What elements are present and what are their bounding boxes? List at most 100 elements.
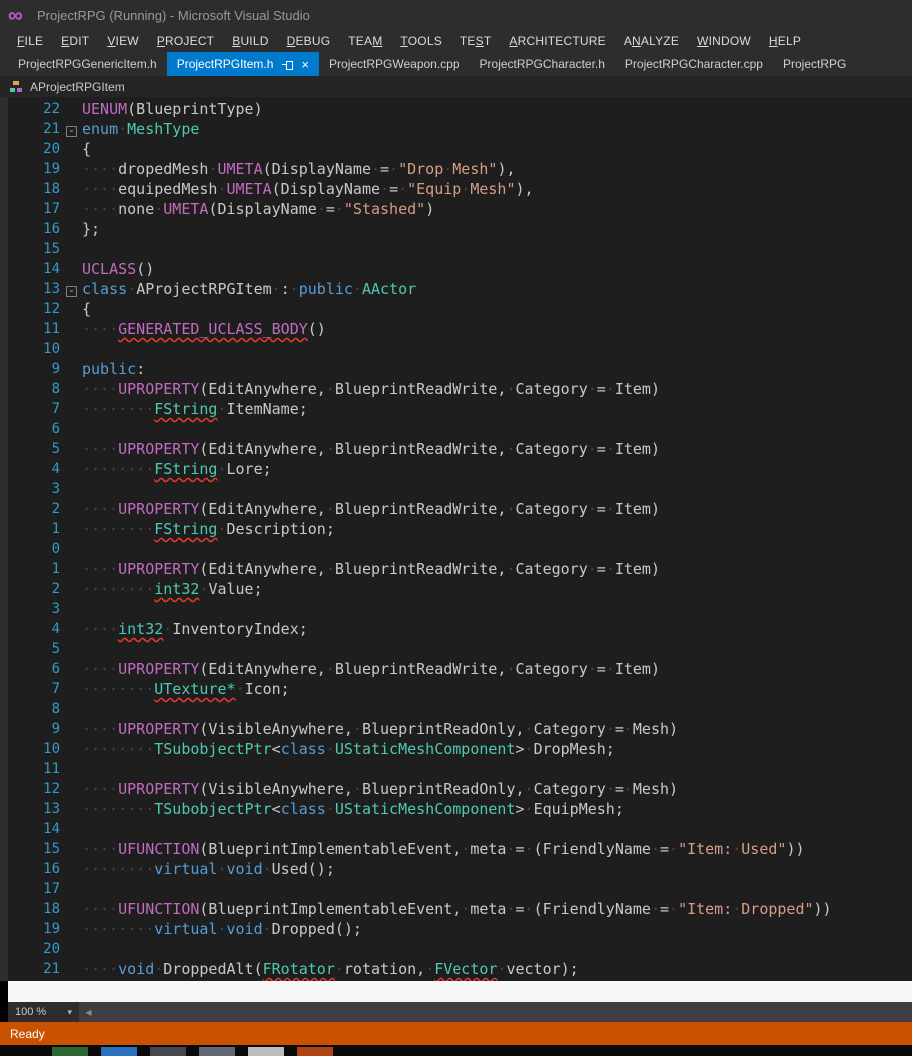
code-line[interactable]: 20 [8, 939, 912, 959]
code-line[interactable]: 6····UPROPERTY(EditAnywhere,·BlueprintRe… [8, 659, 912, 679]
code-line[interactable]: 2········int32·Value; [8, 579, 912, 599]
taskbar-icon[interactable] [150, 1047, 186, 1056]
menu-item-file[interactable]: FILE [8, 34, 52, 48]
code-line[interactable]: 1····UPROPERTY(EditAnywhere,·BlueprintRe… [8, 559, 912, 579]
code-text: class·AProjectRPGItem·:·public·AActor [82, 279, 416, 299]
scroll-left-arrow-icon[interactable]: ◀ [80, 1008, 97, 1017]
code-token: (DisplayName [208, 200, 316, 218]
tab-projectrpgcharacter.h[interactable]: ProjectRPGCharacter.h [470, 52, 615, 76]
code-text: UENUM(BlueprintType) [82, 99, 263, 119]
scrollbar-track[interactable] [97, 1002, 912, 1022]
code-token: · [506, 560, 515, 578]
fold-margin [60, 839, 82, 859]
taskbar-icon[interactable] [52, 1047, 88, 1056]
fold-collapse-icon[interactable]: - [60, 279, 82, 299]
code-line[interactable]: 20{ [8, 139, 912, 159]
menu-item-window[interactable]: WINDOW [688, 34, 760, 48]
fold-collapse-icon[interactable]: - [60, 119, 82, 139]
code-token: ) [425, 200, 434, 218]
code-line[interactable]: 13-class·AProjectRPGItem·:·public·AActor [8, 279, 912, 299]
menu-item-analyze[interactable]: ANALYZE [615, 34, 688, 48]
code-line[interactable]: 14 [8, 819, 912, 839]
code-line[interactable]: 6 [8, 419, 912, 439]
code-line[interactable]: 7········FString·ItemName; [8, 399, 912, 419]
code-line[interactable]: 1········FString·Description; [8, 519, 912, 539]
code-editor[interactable]: 22UENUM(BlueprintType)21-enum·MeshType20… [8, 97, 912, 981]
code-token: = [516, 900, 525, 918]
tab-projectrpgcharacter.cpp[interactable]: ProjectRPGCharacter.cpp [615, 52, 773, 76]
taskbar-icon[interactable] [199, 1047, 235, 1056]
code-line[interactable]: 19····dropedMesh·UMETA(DisplayName·=·"Dr… [8, 159, 912, 179]
menu-item-project[interactable]: PROJECT [148, 34, 223, 48]
tab-projectrpgweapon.cpp[interactable]: ProjectRPGWeapon.cpp [319, 52, 470, 76]
menu-item-team[interactable]: TEAM [339, 34, 391, 48]
menu-item-architecture[interactable]: ARCHITECTURE [500, 34, 614, 48]
menu-item-help[interactable]: HELP [760, 34, 810, 48]
close-icon[interactable]: × [301, 58, 309, 71]
code-token: ), [497, 160, 515, 178]
code-token: · [588, 660, 597, 678]
code-line[interactable]: 11 [8, 759, 912, 779]
code-line[interactable]: 10········TSubobjectPtr<class·UStaticMes… [8, 739, 912, 759]
taskbar-icon[interactable] [101, 1047, 137, 1056]
code-line[interactable]: 21····void·DroppedAlt(FRotator·rotation,… [8, 959, 912, 979]
tab-projectrpg[interactable]: ProjectRPG [773, 52, 856, 76]
code-line[interactable]: 9····UPROPERTY(VisibleAnywhere,·Blueprin… [8, 719, 912, 739]
pin-icon[interactable] [282, 59, 294, 70]
code-line[interactable]: 13········TSubobjectPtr<class·UStaticMes… [8, 799, 912, 819]
code-token: Dropped" [741, 900, 813, 918]
menu-item-edit[interactable]: EDIT [52, 34, 98, 48]
code-token: "Item: [678, 900, 732, 918]
menu-item-debug[interactable]: DEBUG [278, 34, 340, 48]
horizontal-scrollbar[interactable]: ◀ [80, 1002, 912, 1022]
code-line[interactable]: 8 [8, 699, 912, 719]
code-line[interactable]: 5····UPROPERTY(EditAnywhere,·BlueprintRe… [8, 439, 912, 459]
code-line[interactable]: 12{ [8, 299, 912, 319]
code-line[interactable]: 10 [8, 339, 912, 359]
code-token: BlueprintReadOnly, [362, 780, 525, 798]
zoom-control[interactable]: 100 % ▾ [8, 1002, 80, 1022]
code-line[interactable]: 5 [8, 639, 912, 659]
code-line[interactable]: 19········virtual·void·Dropped(); [8, 919, 912, 939]
taskbar-icon[interactable] [248, 1047, 284, 1056]
code-text: ····UPROPERTY(EditAnywhere,·BlueprintRea… [82, 439, 660, 459]
code-line[interactable]: 9public: [8, 359, 912, 379]
menu-item-view[interactable]: VIEW [98, 34, 147, 48]
code-line[interactable]: 18····equipedMesh·UMETA(DisplayName·=·"E… [8, 179, 912, 199]
menu-item-build[interactable]: BUILD [223, 34, 277, 48]
fold-margin [60, 619, 82, 639]
tab-projectrpggenericitem.h[interactable]: ProjectRPGGenericItem.h [8, 52, 167, 76]
code-token: Used(); [272, 860, 335, 878]
code-line[interactable]: 17 [8, 879, 912, 899]
menu-item-tools[interactable]: TOOLS [391, 34, 450, 48]
tab-projectrpgitem.h[interactable]: ProjectRPGItem.h× [167, 52, 319, 76]
menu-item-test[interactable]: TEST [451, 34, 500, 48]
scope-dropdown-label[interactable]: AProjectRPGItem [30, 80, 125, 94]
code-line[interactable]: 14UCLASS() [8, 259, 912, 279]
code-line[interactable]: 22UENUM(BlueprintType) [8, 99, 912, 119]
code-line[interactable]: 4········FString·Lore; [8, 459, 912, 479]
breadcrumb[interactable]: AProjectRPGItem [0, 76, 912, 97]
code-line[interactable]: 15 [8, 239, 912, 259]
code-line[interactable]: 4····int32·InventoryIndex; [8, 619, 912, 639]
code-line[interactable]: 18····UFUNCTION(BlueprintImplementableEv… [8, 899, 912, 919]
taskbar-icon[interactable] [297, 1047, 333, 1056]
code-line[interactable]: 11····GENERATED_UCLASS_BODY() [8, 319, 912, 339]
code-line[interactable]: 3 [8, 599, 912, 619]
code-line[interactable]: 0 [8, 539, 912, 559]
code-line[interactable]: 16}; [8, 219, 912, 239]
code-line[interactable]: 3 [8, 479, 912, 499]
code-line[interactable]: 7········UTexture*·Icon; [8, 679, 912, 699]
line-number: 2 [8, 579, 60, 599]
code-line[interactable]: 15····UFUNCTION(BlueprintImplementableEv… [8, 839, 912, 859]
code-token: · [506, 440, 515, 458]
code-line[interactable]: 17····none·UMETA(DisplayName·=·"Stashed"… [8, 199, 912, 219]
line-number: 21 [8, 959, 60, 979]
code-line[interactable]: 16········virtual·void·Used(); [8, 859, 912, 879]
fold-margin [60, 779, 82, 799]
code-line[interactable]: 12····UPROPERTY(VisibleAnywhere,·Bluepri… [8, 779, 912, 799]
code-line[interactable]: 2····UPROPERTY(EditAnywhere,·BlueprintRe… [8, 499, 912, 519]
code-line[interactable]: 21-enum·MeshType [8, 119, 912, 139]
code-token: ········ [82, 740, 154, 758]
code-line[interactable]: 8····UPROPERTY(EditAnywhere,·BlueprintRe… [8, 379, 912, 399]
